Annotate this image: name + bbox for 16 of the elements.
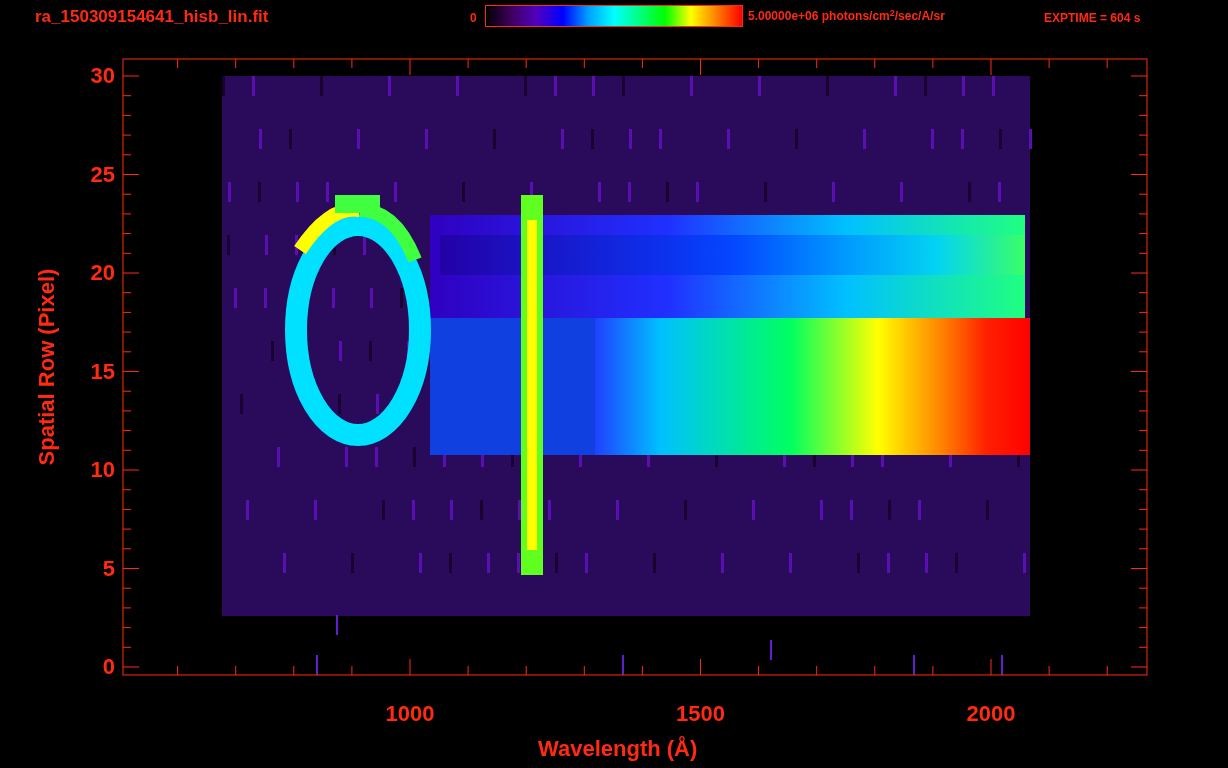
- y-tick-label: 10: [89, 459, 115, 481]
- file-name: ra_150309154641_hisb_lin.fit: [35, 8, 269, 25]
- x-axis-label: Wavelength (Å): [538, 738, 698, 760]
- colorbar-max-label: 5.00000e+06 photons/cm$^{2}$/sec/A/sr: [748, 10, 945, 22]
- x-tick-label: 2000: [965, 703, 1017, 725]
- y-tick-label: 30: [89, 65, 115, 87]
- x-tick-label: 1000: [384, 703, 436, 725]
- y-tick-label: 0: [101, 656, 115, 678]
- y-tick-label: 25: [89, 163, 115, 186]
- y-tick-label: 20: [89, 262, 115, 284]
- y-tick-label: 5: [101, 557, 115, 580]
- exposure-time: EXPTIME = 604 s: [1044, 12, 1141, 24]
- x-tick-label: 1500: [675, 703, 726, 725]
- y-axis-label: Spatial Row (Pixel): [36, 267, 58, 468]
- colorbar-min-label: 0: [470, 12, 477, 24]
- y-tick-label: 15: [89, 360, 115, 383]
